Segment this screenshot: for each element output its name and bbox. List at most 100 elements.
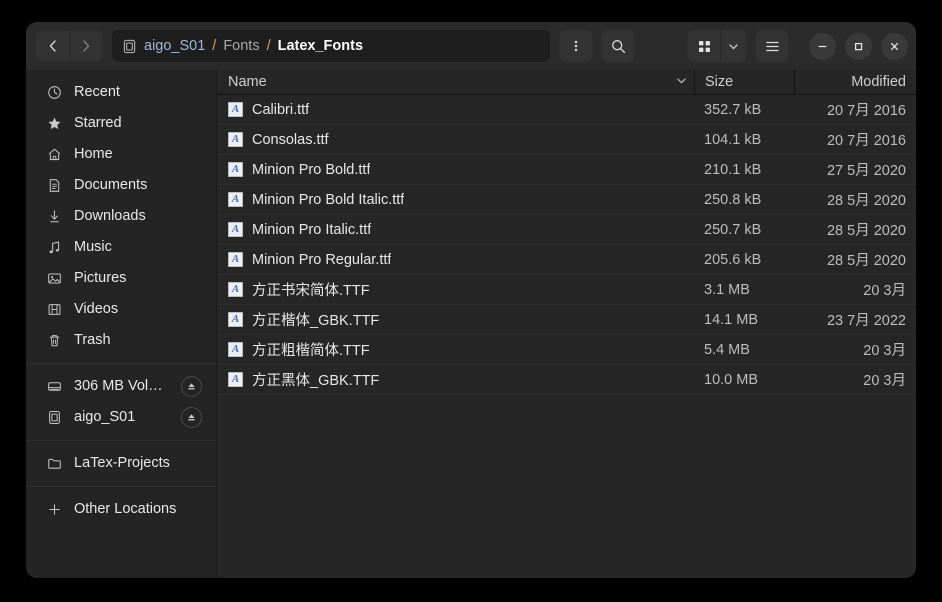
sidebar-item-label: Videos (74, 301, 202, 317)
column-header-modified[interactable]: Modified (794, 70, 916, 94)
options-menu-button[interactable] (559, 29, 593, 63)
eject-button[interactable] (181, 376, 202, 397)
trash-icon (46, 333, 63, 348)
table-row[interactable]: A方正楷体_GBK.TTF14.1 MB23 7月 2022 (217, 305, 916, 335)
file-name-label: 方正黑体_GBK.TTF (252, 369, 379, 390)
file-list-pane: Name Size Modified ACalibri.ttf352.7 kB2… (217, 70, 916, 578)
file-size-cell: 104.1 kB (694, 132, 794, 148)
column-header-size[interactable]: Size (694, 70, 794, 94)
column-header-name-label: Name (228, 74, 267, 90)
sidebar-item-label: Trash (74, 332, 202, 348)
image-icon (46, 271, 63, 286)
sidebar-item-label: Other Locations (74, 501, 202, 517)
table-row[interactable]: A方正黑体_GBK.TTF10.0 MB20 3月 (217, 365, 916, 395)
file-name-cell[interactable]: A Calibri.ttf (217, 102, 694, 118)
file-name-cell[interactable]: AMinion Pro Italic.ttf (217, 222, 694, 238)
sidebar-item-label: Recent (74, 84, 202, 100)
sidebar-item-label: Downloads (74, 208, 202, 224)
back-button[interactable] (36, 31, 69, 61)
sidebar-item-videos[interactable]: Videos (32, 294, 210, 324)
file-name-cell[interactable]: AMinion Pro Bold.ttf (217, 162, 694, 178)
minimize-button[interactable] (809, 33, 836, 60)
sidebar-item-volume-306mb[interactable]: 306 MB Vol… (32, 371, 210, 401)
maximize-button[interactable] (845, 33, 872, 60)
file-name-label: 方正书宋简体.TTF (252, 279, 370, 300)
table-row[interactable]: A方正粗楷简体.TTF5.4 MB20 3月 (217, 335, 916, 365)
table-row[interactable]: A Calibri.ttf 352.7 kB20 7月 2016 (217, 95, 916, 125)
file-name-label: Minion Pro Italic.ttf (252, 222, 371, 238)
column-header-row: Name Size Modified (217, 70, 916, 95)
close-button[interactable] (881, 33, 908, 60)
sidebar-item-pictures[interactable]: Pictures (32, 263, 210, 293)
file-name-label: 方正粗楷简体.TTF (252, 339, 370, 360)
drive-icon (46, 410, 63, 425)
table-row[interactable]: AMinion Pro Italic.ttf250.7 kB28 5月 2020 (217, 215, 916, 245)
file-modified-cell: 20 7月 2016 (794, 129, 916, 150)
file-name-cell[interactable]: A方正粗楷简体.TTF (217, 339, 694, 360)
sidebar-item-latex-projects[interactable]: LaTex-Projects (32, 448, 210, 478)
file-name-cell[interactable]: AMinion Pro Bold Italic.ttf (217, 192, 694, 208)
clock-icon (46, 85, 63, 100)
home-icon (46, 147, 63, 162)
font-file-icon: A (228, 102, 243, 117)
table-row[interactable]: A方正书宋简体.TTF3.1 MB20 3月 (217, 275, 916, 305)
main-menu-button[interactable] (755, 29, 789, 63)
file-modified-cell: 28 5月 2020 (794, 249, 916, 270)
eject-button[interactable] (181, 407, 202, 428)
table-row[interactable]: AMinion Pro Bold Italic.ttf250.8 kB28 5月… (217, 185, 916, 215)
file-name-label: Calibri.ttf (252, 102, 309, 118)
table-row[interactable]: AMinion Pro Bold.ttf210.1 kB27 5月 2020 (217, 155, 916, 185)
file-size-cell: 5.4 MB (694, 342, 794, 358)
sidebar-item-documents[interactable]: Documents (32, 170, 210, 200)
file-list-empty-area[interactable] (217, 395, 916, 578)
file-modified-cell: 20 7月 2016 (794, 99, 916, 120)
file-modified-cell: 28 5月 2020 (794, 219, 916, 240)
file-name-cell[interactable]: A方正楷体_GBK.TTF (217, 309, 694, 330)
column-header-name[interactable]: Name (217, 70, 694, 94)
table-row[interactable]: AConsolas.ttf104.1 kB20 7月 2016 (217, 125, 916, 155)
sidebar-item-other-locations[interactable]: Other Locations (32, 494, 210, 524)
view-options-chevron-down-icon[interactable] (720, 30, 746, 62)
file-size-cell: 250.7 kB (694, 222, 794, 238)
breadcrumb-item-current[interactable]: Latex_Fonts (278, 38, 363, 54)
sidebar-item-label: Documents (74, 177, 202, 193)
file-size-cell: 3.1 MB (694, 282, 794, 298)
file-rows: ACalibri.ttf352.7 kB20 7月 2016AConsolas.… (217, 95, 916, 395)
sidebar-item-home[interactable]: Home (32, 139, 210, 169)
sidebar-item-volume-aigo[interactable]: aigo_S01 (32, 402, 210, 432)
sidebar-item-downloads[interactable]: Downloads (32, 201, 210, 231)
file-size-cell: 10.0 MB (694, 372, 794, 388)
search-button[interactable] (601, 29, 635, 63)
file-name-cell[interactable]: AConsolas.ttf (217, 132, 694, 148)
forward-button[interactable] (69, 31, 102, 61)
file-name-cell[interactable]: AMinion Pro Regular.ttf (217, 252, 694, 268)
sidebar-item-music[interactable]: Music (32, 232, 210, 262)
grid-view-icon[interactable] (688, 30, 720, 62)
header-bar: aigo_S01 / Fonts / Latex_Fonts (26, 22, 916, 70)
breadcrumb-item-device[interactable]: aigo_S01 (144, 38, 205, 54)
file-name-cell[interactable]: A 方正黑体_GBK.TTF (217, 369, 694, 390)
film-icon (46, 302, 63, 317)
folder-icon (46, 456, 63, 471)
breadcrumb-path-bar[interactable]: aigo_S01 / Fonts / Latex_Fonts (111, 29, 551, 63)
view-mode-group (687, 29, 747, 63)
file-name-label: Minion Pro Bold.ttf (252, 162, 370, 178)
breadcrumb-separator: / (212, 38, 216, 54)
sidebar-item-recent[interactable]: Recent (32, 77, 210, 107)
file-size-cell: 352.7 kB (694, 102, 794, 118)
font-file-icon: A (228, 372, 243, 387)
breadcrumb-item-fonts[interactable]: Fonts (223, 38, 259, 54)
file-name-label: 方正楷体_GBK.TTF (252, 309, 379, 330)
sidebar-item-trash[interactable]: Trash (32, 325, 210, 355)
file-size-cell: 250.8 kB (694, 192, 794, 208)
drive-icon (122, 39, 137, 54)
file-size-cell: 14.1 MB (694, 312, 794, 328)
table-row[interactable]: AMinion Pro Regular.ttf205.6 kB28 5月 202… (217, 245, 916, 275)
file-name-label: Consolas.ttf (252, 132, 329, 148)
sidebar: Recent Starred Home (26, 70, 217, 578)
sidebar-divider (26, 440, 216, 441)
sidebar-item-starred[interactable]: Starred (32, 108, 210, 138)
file-name-cell[interactable]: A方正书宋简体.TTF (217, 279, 694, 300)
plus-icon (46, 502, 63, 517)
hard-drive-icon (46, 379, 63, 394)
